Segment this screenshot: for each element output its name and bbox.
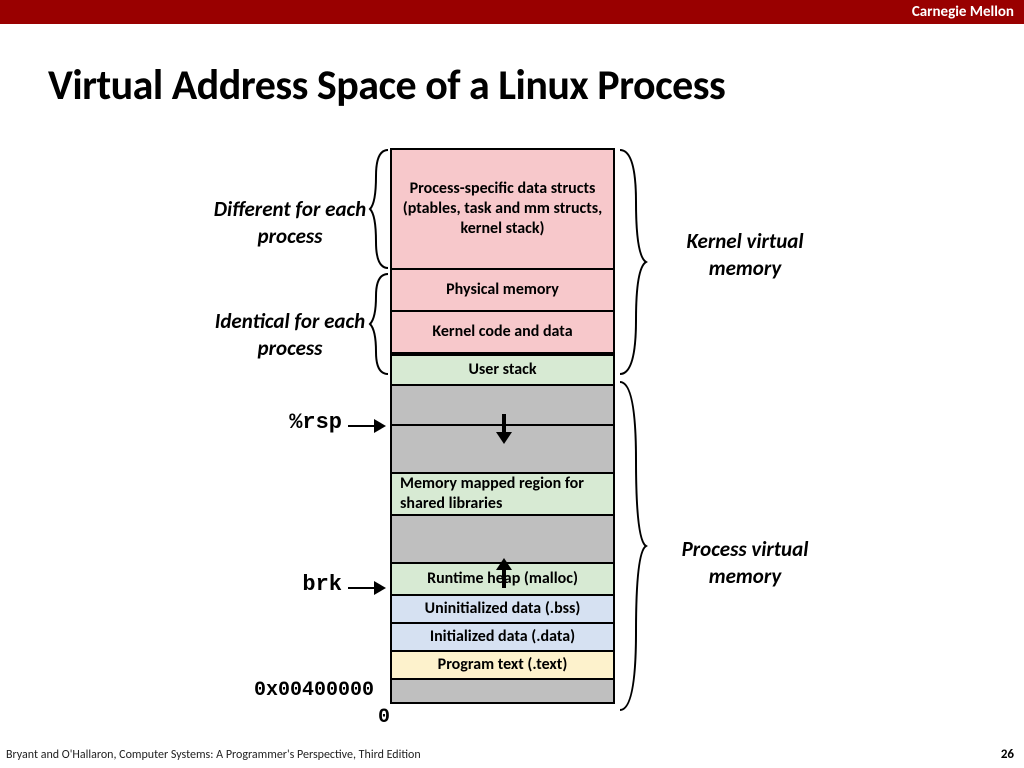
brace-left-different [368, 148, 390, 270]
seg-gap-heap-above [390, 514, 615, 564]
label-brk: brk [280, 572, 342, 597]
label-zero: 0 [378, 706, 390, 729]
arrow-stack-grow-down [496, 414, 512, 444]
diagram-stage: Different for each process Identical for… [0, 148, 1024, 728]
brand-label: Carnegie Mellon [912, 3, 1014, 21]
slide-title: Virtual Address Space of a Linux Process [48, 60, 725, 111]
arrow-brk [348, 581, 386, 595]
page-number: 26 [1001, 747, 1014, 762]
callout-different: Different for each process [200, 196, 380, 251]
seg-user-stack: User stack [390, 352, 615, 386]
seg-mmap-region: Memory mapped region for shared librarie… [390, 472, 615, 516]
seg-proc-specific: Process-specific data structs (ptables, … [390, 148, 615, 270]
brace-left-identical [368, 272, 390, 376]
label-textbase: 0x00400000 [214, 679, 374, 702]
seg-phys-mem: Physical memory [390, 268, 615, 312]
callout-kernel-vm: Kernel virtual memory [670, 228, 820, 283]
seg-bss: Uninitialized data (.bss) [390, 594, 615, 624]
arrow-heap-grow-up [496, 558, 512, 588]
brace-right-process [618, 380, 648, 712]
seg-data: Initialized data (.data) [390, 622, 615, 652]
brand-bar: Carnegie Mellon [0, 0, 1024, 24]
label-rsp: %rsp [270, 410, 342, 435]
arrow-rsp [348, 419, 386, 433]
seg-gap-bottom [390, 678, 615, 704]
footer-citation: Bryant and O'Hallaron, Computer Systems:… [6, 748, 421, 762]
callout-process-vm: Process virtual memory [670, 536, 820, 591]
callout-identical: Identical for each process [200, 308, 380, 363]
seg-text: Program text (.text) [390, 650, 615, 680]
seg-kernel-code: Kernel code and data [390, 310, 615, 354]
brace-right-kernel [618, 148, 648, 376]
